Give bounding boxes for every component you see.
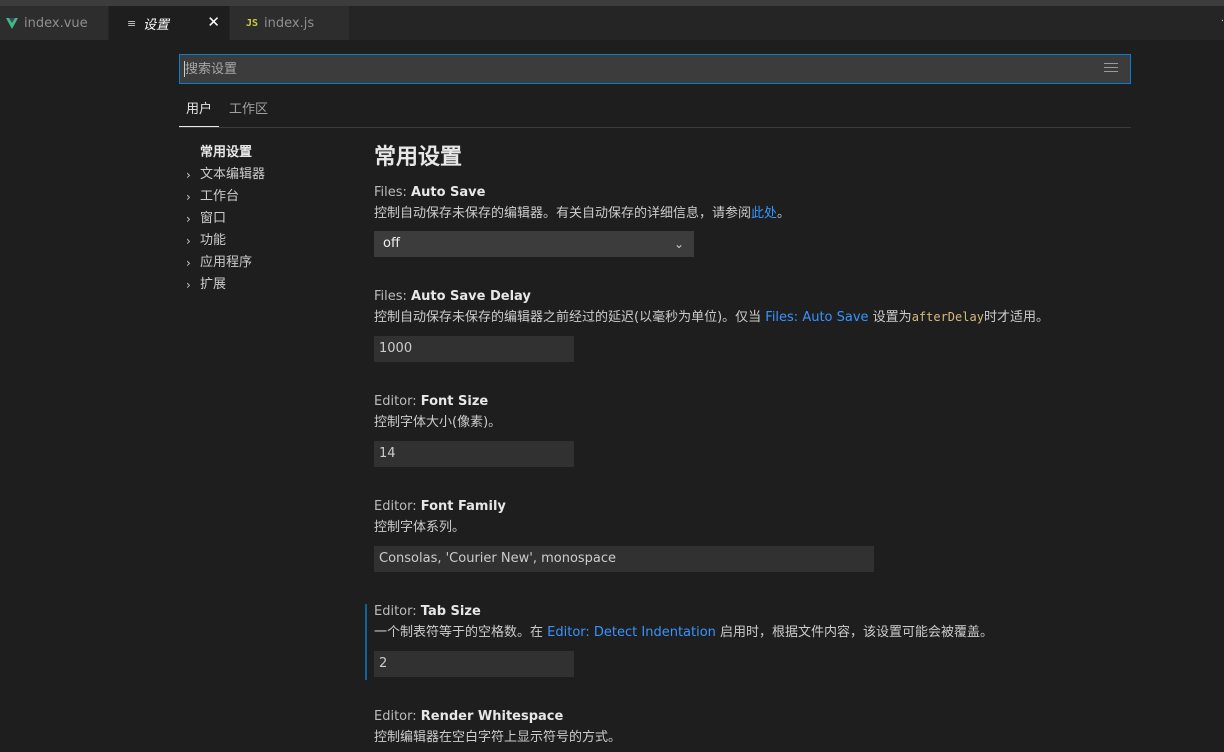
setting-key: Auto Save: [411, 185, 486, 200]
toc-item-features[interactable]: › 功能: [186, 230, 356, 252]
setting-description: 一个制表符等于的空格数。在 Editor: Detect Indentation…: [374, 623, 1174, 642]
setting-title: Files: Auto Save Delay: [374, 288, 1174, 306]
setting-editor-font-size: Editor: Font Size 控制字体大小(像素)。 14: [374, 393, 1174, 467]
tab-workspace-settings[interactable]: 工作区: [229, 96, 268, 126]
toc-item-window[interactable]: › 窗口: [186, 208, 356, 230]
chevron-right-icon: ›: [186, 212, 191, 226]
toc-item-workbench[interactable]: › 工作台: [186, 186, 356, 208]
editor-tab-bar: index.vue ≡ 设置 ✕ JS index.js ·: [0, 6, 1224, 40]
setting-files-auto-save-delay: Files: Auto Save Delay 控制自动保存未保存的编辑器之前经过…: [374, 288, 1174, 362]
settings-search-box[interactable]: [179, 54, 1131, 84]
setting-title: Files: Auto Save: [374, 184, 1174, 202]
setting-category: Editor:: [374, 709, 421, 724]
setting-key: Auto Save Delay: [411, 289, 531, 304]
chevron-right-icon: ›: [186, 190, 191, 204]
settings-table-of-contents: 常用设置 › 文本编辑器 › 工作台 › 窗口 › 功能 › 应用程序 › 扩展: [186, 142, 356, 296]
setting-category: Files:: [374, 185, 412, 200]
toc-item-label: 工作台: [200, 189, 240, 204]
auto-save-select[interactable]: off ⌄: [374, 231, 694, 257]
chevron-down-icon: ⌄: [673, 237, 684, 251]
detect-indentation-link[interactable]: Editor: Detect Indentation: [547, 625, 716, 640]
setting-title: Editor: Font Size: [374, 393, 1174, 411]
chevron-right-icon: ›: [186, 234, 191, 248]
auto-save-details-link[interactable]: 此处: [751, 206, 777, 221]
font-family-input[interactable]: Consolas, 'Courier New', monospace: [374, 546, 874, 572]
setting-category: Editor:: [374, 499, 421, 514]
font-size-input[interactable]: 14: [374, 441, 574, 467]
setting-title: Editor: Render Whitespace: [374, 708, 1174, 726]
tab-label: index.vue: [24, 15, 88, 31]
tab-user-settings[interactable]: 用户: [179, 96, 219, 127]
auto-save-value: off: [383, 236, 400, 251]
setting-description: 控制编辑器在空白字符上显示符号的方式。: [374, 730, 622, 745]
filter-settings-icon[interactable]: [1104, 63, 1118, 75]
toc-item-application[interactable]: › 应用程序: [186, 252, 356, 274]
desc-text: 一个制表符等于的空格数。在: [374, 625, 548, 640]
tab-label: 设置: [143, 17, 170, 33]
tab-index-vue[interactable]: index.vue: [0, 6, 108, 40]
desc-text-end: 时才适用。: [983, 310, 1049, 325]
section-title: 常用设置: [374, 145, 463, 170]
toc-item-extensions[interactable]: › 扩展: [186, 274, 356, 296]
settings-scope-tabs: 用户 工作区: [179, 96, 1131, 128]
toc-item-label: 窗口: [200, 211, 227, 226]
toc-item-text-editor[interactable]: › 文本编辑器: [186, 164, 356, 186]
setting-editor-render-whitespace: Editor: Render Whitespace 控制编辑器在空白字符上显示符…: [374, 708, 1174, 747]
setting-editor-tab-size: Editor: Tab Size 一个制表符等于的空格数。在 Editor: D…: [374, 603, 1174, 677]
vue-file-icon: [6, 17, 18, 29]
setting-title: Editor: Font Family: [374, 498, 1174, 516]
toc-item-common[interactable]: 常用设置: [186, 142, 356, 164]
setting-key: Tab Size: [420, 604, 481, 619]
chevron-right-icon: ›: [186, 278, 191, 292]
files-auto-save-link[interactable]: Files: Auto Save: [765, 310, 868, 325]
setting-description: 控制自动保存未保存的编辑器之前经过的延迟(以毫秒为单位)。仅当 Files: A…: [374, 308, 1174, 327]
tab-size-input[interactable]: 2: [374, 651, 574, 677]
toc-item-label: 应用程序: [200, 255, 253, 270]
setting-key: Font Size: [420, 394, 489, 409]
focused-setting-indicator: [365, 604, 367, 680]
setting-description: 控制自动保存未保存的编辑器。有关自动保存的详细信息，请参阅此处。: [374, 204, 1174, 223]
setting-editor-font-family: Editor: Font Family 控制字体系列。 Consolas, 'C…: [374, 498, 1174, 572]
setting-description: 控制字体系列。: [374, 520, 466, 535]
setting-category: Editor:: [374, 604, 421, 619]
setting-key: Render Whitespace: [420, 709, 564, 724]
setting-category: Editor:: [374, 394, 421, 409]
setting-title: Editor: Tab Size: [374, 603, 1174, 621]
toc-item-label: 扩展: [200, 277, 227, 292]
after-delay-code: afterDelay: [911, 310, 984, 324]
settings-file-icon: ≡: [127, 16, 137, 30]
close-tab-icon[interactable]: ✕: [207, 14, 220, 30]
tab-index-js[interactable]: JS index.js: [230, 6, 349, 40]
toc-item-label: 文本编辑器: [200, 167, 266, 182]
chevron-right-icon: ›: [186, 256, 191, 270]
desc-text: 控制自动保存未保存的编辑器。有关自动保存的详细信息，请参阅: [374, 206, 752, 221]
js-file-icon: JS: [246, 17, 259, 29]
setting-files-auto-save: Files: Auto Save 控制自动保存未保存的编辑器。有关自动保存的详细…: [374, 184, 1174, 257]
setting-category: Files:: [374, 289, 412, 304]
chevron-right-icon: ›: [186, 168, 191, 182]
desc-text: 控制自动保存未保存的编辑器之前经过的延迟(以毫秒为单位)。仅当: [374, 310, 766, 325]
toc-item-label: 功能: [200, 233, 227, 248]
desc-text-end: 启用时，根据文件内容，该设置可能会被覆盖。: [715, 625, 994, 640]
desc-text-end: 。: [777, 206, 791, 221]
settings-search-input[interactable]: [180, 55, 1080, 83]
tab-label: index.js: [264, 15, 315, 31]
setting-description: 控制字体大小(像素)。: [374, 415, 502, 430]
auto-save-delay-input[interactable]: 1000: [374, 336, 574, 362]
tab-settings[interactable]: ≡ 设置 ✕: [109, 6, 229, 40]
setting-key: Font Family: [420, 499, 506, 514]
desc-text-mid: 设置为: [868, 310, 912, 325]
